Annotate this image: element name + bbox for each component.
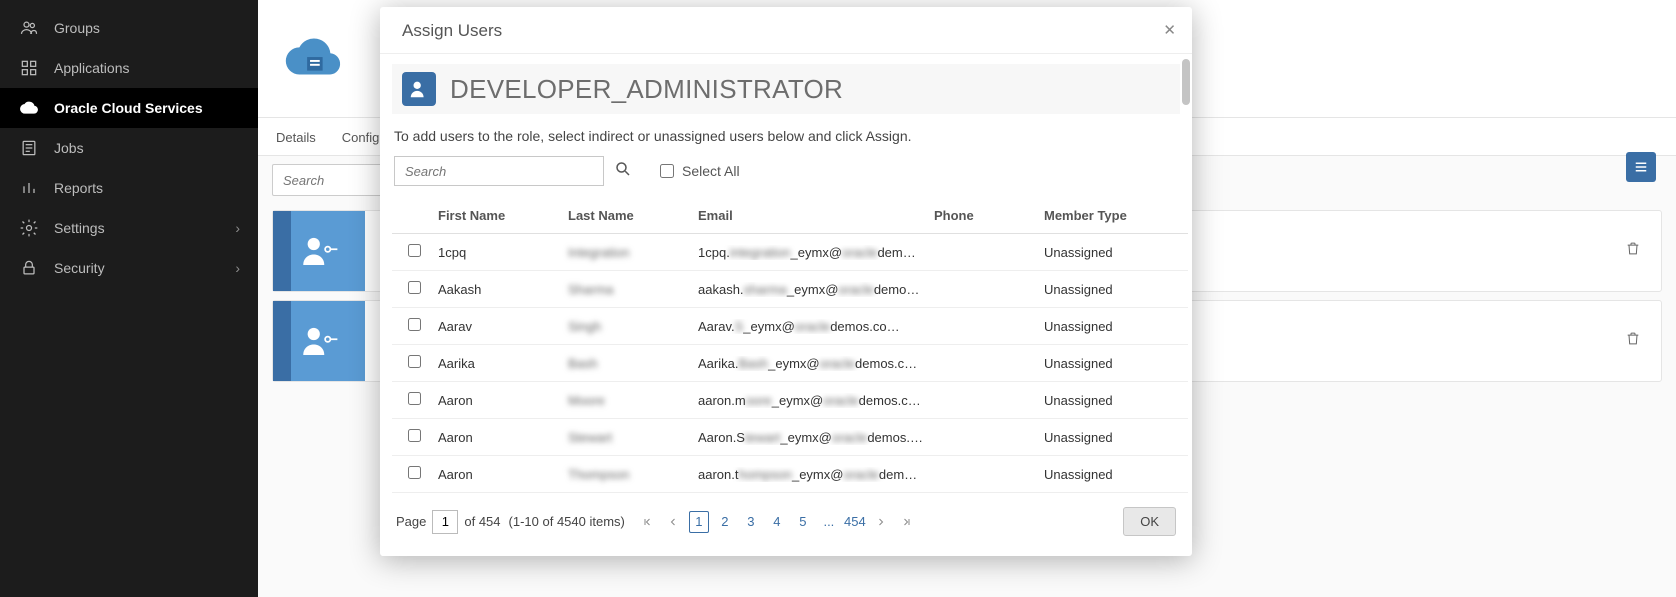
row-checkbox[interactable] xyxy=(408,466,421,479)
modal-overlay: Assign Users ✕ DEVELOPER_ADMINISTRATOR T… xyxy=(0,0,1676,597)
table-header: First Name Last Name Email Phone Member … xyxy=(392,198,1188,234)
cell-email: Aarika.Bash_eymx@oracledemos.co… xyxy=(698,356,924,371)
role-band: DEVELOPER_ADMINISTRATOR xyxy=(392,64,1180,114)
first-page-icon[interactable] xyxy=(637,511,657,533)
cell-first-name: Aarav xyxy=(438,319,568,334)
cell-first-name: Aaron xyxy=(438,430,568,445)
col-email: Email xyxy=(698,208,934,223)
page-ellipsis: ... xyxy=(819,511,839,533)
ok-button[interactable]: OK xyxy=(1123,507,1176,536)
cell-member-type: Unassigned xyxy=(1044,467,1164,482)
cell-member-type: Unassigned xyxy=(1044,282,1164,297)
page-link-5[interactable]: 5 xyxy=(793,511,813,533)
cell-email: aakash.sharma_eymx@oracledemo… xyxy=(698,282,924,297)
table-row: AaronStewartAaron.Stewart_eymx@oracledem… xyxy=(392,419,1188,456)
page-link-2[interactable]: 2 xyxy=(715,511,735,533)
cell-member-type: Unassigned xyxy=(1044,430,1164,445)
search-icon[interactable] xyxy=(614,160,632,183)
select-all[interactable]: Select All xyxy=(660,163,740,179)
cell-email: 1cpq.integration_eymx@oracledem… xyxy=(698,245,924,260)
table-row: AaravSinghAarav.S_eymx@oracledemos.co… Un… xyxy=(392,308,1188,345)
page-link-1[interactable]: 1 xyxy=(689,511,709,533)
close-icon[interactable]: ✕ xyxy=(1163,21,1176,39)
modal-footer: Page of 454 (1-10 of 4540 items) 1 2 3 4… xyxy=(380,493,1192,556)
page-range: (1-10 of 4540 items) xyxy=(509,514,625,529)
cell-last-name: Moore xyxy=(568,393,698,408)
last-page-icon[interactable] xyxy=(897,511,917,533)
cell-last-name: Singh xyxy=(568,319,698,334)
modal-header: Assign Users ✕ xyxy=(380,7,1192,54)
modal-instruction: To add users to the role, select indirec… xyxy=(380,114,1192,156)
cell-last-name: Bash xyxy=(568,356,698,371)
row-checkbox[interactable] xyxy=(408,318,421,331)
cell-member-type: Unassigned xyxy=(1044,319,1164,334)
role-name: DEVELOPER_ADMINISTRATOR xyxy=(450,74,843,105)
page-input[interactable] xyxy=(432,510,458,534)
row-checkbox[interactable] xyxy=(408,244,421,257)
cell-member-type: Unassigned xyxy=(1044,245,1164,260)
cell-first-name: Aaron xyxy=(438,467,568,482)
col-last-name: Last Name xyxy=(568,208,698,223)
cell-first-name: Aaron xyxy=(438,393,568,408)
col-first-name: First Name xyxy=(438,208,568,223)
cell-last-name: Thompson xyxy=(568,467,698,482)
row-checkbox[interactable] xyxy=(408,429,421,442)
users-table: First Name Last Name Email Phone Member … xyxy=(392,198,1188,493)
cell-first-name: Aakash xyxy=(438,282,568,297)
modal-title: Assign Users xyxy=(402,21,502,40)
col-phone: Phone xyxy=(934,208,1044,223)
table-row: AaronThompsonaaron.thompson_eymx@oracled… xyxy=(392,456,1188,493)
cell-email: aaron.moore_eymx@oracledemos.c… xyxy=(698,393,924,408)
table-row: AakashSharmaaakash.sharma_eymx@oracledem… xyxy=(392,271,1188,308)
page-link-last[interactable]: 454 xyxy=(845,511,865,533)
table-row: AaronMooreaaron.moore_eymx@oracledemos.c… xyxy=(392,382,1188,419)
cell-email: aaron.thompson_eymx@oracledem… xyxy=(698,467,924,482)
cell-last-name: Sharma xyxy=(568,282,698,297)
next-page-icon[interactable] xyxy=(871,511,891,533)
cell-member-type: Unassigned xyxy=(1044,356,1164,371)
col-member-type: Member Type xyxy=(1044,208,1164,223)
row-checkbox[interactable] xyxy=(408,355,421,368)
role-icon xyxy=(402,72,436,106)
cell-first-name: Aarika xyxy=(438,356,568,371)
scrollbar-thumb[interactable] xyxy=(1182,59,1190,105)
select-all-label: Select All xyxy=(682,163,740,179)
page-label: Page xyxy=(396,514,426,529)
cell-first-name: 1cpq xyxy=(438,245,568,260)
cell-member-type: Unassigned xyxy=(1044,393,1164,408)
cell-email: Aarav.S_eymx@oracledemos.co… xyxy=(698,319,924,334)
prev-page-icon[interactable] xyxy=(663,511,683,533)
page-of: of 454 xyxy=(464,514,500,529)
cell-email: Aaron.Stewart_eymx@oracledemos.… xyxy=(698,430,924,445)
select-all-checkbox[interactable] xyxy=(660,164,674,178)
modal-search-row: Select All xyxy=(380,156,1192,198)
page-link-3[interactable]: 3 xyxy=(741,511,761,533)
page-link-4[interactable]: 4 xyxy=(767,511,787,533)
table-row: AarikaBashAarika.Bash_eymx@oracledemos.c… xyxy=(392,345,1188,382)
modal-search-input[interactable] xyxy=(394,156,604,186)
pager: 1 2 3 4 5 ... 454 xyxy=(637,511,917,533)
cell-last-name: Stewart xyxy=(568,430,698,445)
cell-last-name: Integration xyxy=(568,245,698,260)
row-checkbox[interactable] xyxy=(408,392,421,405)
assign-users-modal: Assign Users ✕ DEVELOPER_ADMINISTRATOR T… xyxy=(380,7,1192,556)
row-checkbox[interactable] xyxy=(408,281,421,294)
table-row: 1cpqIntegration1cpq.integration_eymx@ora… xyxy=(392,234,1188,271)
